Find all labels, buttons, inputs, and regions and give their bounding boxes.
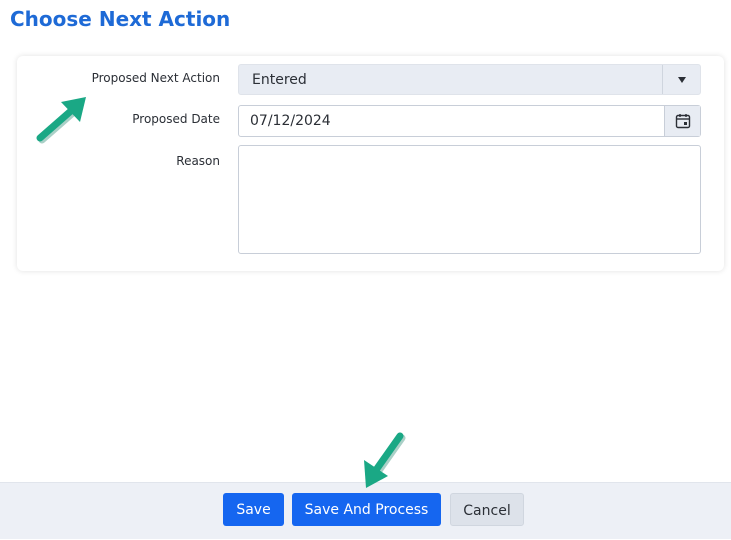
page-title: Choose Next Action xyxy=(10,7,231,31)
proposed-next-action-label: Proposed Next Action xyxy=(91,71,220,85)
calendar-icon[interactable] xyxy=(664,106,700,136)
proposed-next-action-value: Entered xyxy=(252,72,307,88)
choose-next-action-dialog: Choose Next Action Proposed Next Action … xyxy=(0,0,731,540)
proposed-next-action-select[interactable]: Entered xyxy=(238,64,701,95)
chevron-down-icon[interactable] xyxy=(663,65,700,94)
proposed-date-value: 07/12/2024 xyxy=(250,113,331,129)
reason-label: Reason xyxy=(176,154,220,168)
proposed-date-label: Proposed Date xyxy=(132,112,220,126)
cancel-button[interactable]: Cancel xyxy=(450,493,524,526)
save-button[interactable]: Save xyxy=(223,493,284,526)
reason-textarea[interactable] xyxy=(238,145,701,254)
proposed-date-input[interactable]: 07/12/2024 xyxy=(238,105,701,137)
save-and-process-button[interactable]: Save And Process xyxy=(292,493,441,526)
